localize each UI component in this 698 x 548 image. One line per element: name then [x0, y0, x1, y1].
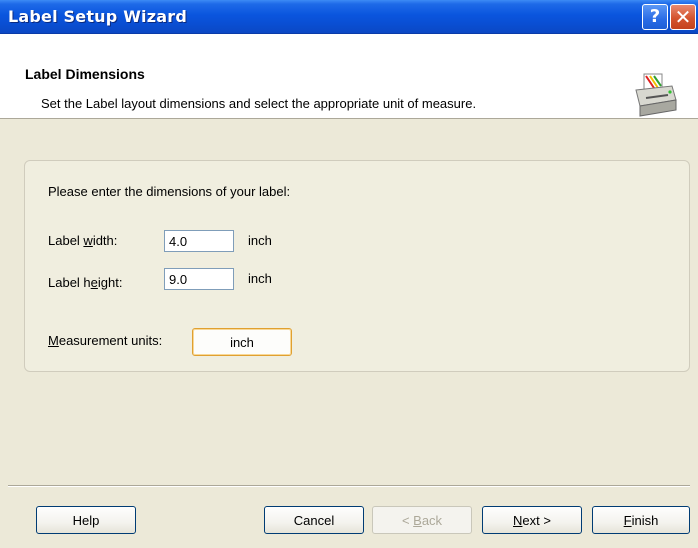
label-height-unit: inch [248, 271, 272, 286]
question-icon: ? [649, 6, 661, 27]
footer-separator [8, 485, 690, 487]
printer-icon [635, 73, 677, 117]
cancel-button[interactable]: Cancel [264, 506, 364, 534]
next-text: ext > [522, 512, 551, 528]
back-button[interactable]: < Back [372, 506, 472, 534]
dimensions-prompt: Please enter the dimensions of your labe… [48, 184, 291, 199]
label-width-unit: inch [248, 233, 272, 248]
dialog-body: Label Dimensions Set the Label layout di… [0, 34, 698, 548]
title-bar[interactable]: Label Setup Wizard ? ✕ [0, 0, 698, 34]
label-height-label: Label height: [48, 275, 122, 290]
measurement-accesskey: M [48, 333, 59, 348]
measurement-units-button[interactable]: inch [192, 328, 292, 356]
header-subtitle: Set the Label layout dimensions and sele… [41, 96, 477, 111]
label-width-label: Label width: [48, 233, 117, 248]
measurement-text: easurement units: [58, 333, 163, 348]
label-height-text-a: Label h [48, 275, 91, 290]
help-title-button[interactable]: ? [642, 4, 668, 30]
label-height-input[interactable] [164, 268, 234, 290]
close-button[interactable]: ✕ [670, 4, 696, 30]
label-height-accesskey: e [90, 275, 98, 290]
label-width-text-a: Label [48, 233, 84, 248]
next-button[interactable]: Next > [482, 506, 582, 534]
finish-accesskey: F [623, 512, 632, 528]
back-text-b: ack [421, 512, 443, 528]
back-text-a: < [401, 512, 414, 528]
wizard-header: Label Dimensions Set the Label layout di… [0, 34, 698, 119]
label-width-accesskey: w [83, 233, 93, 248]
help-button[interactable]: Help [36, 506, 136, 534]
measurement-units-label: Measurement units: [48, 333, 162, 348]
label-height-text-b: ight: [97, 275, 123, 290]
next-accesskey: N [513, 512, 523, 528]
label-width-text-b: idth: [92, 233, 118, 248]
finish-text: inish [631, 512, 659, 528]
finish-button[interactable]: Finish [592, 506, 690, 534]
label-width-input[interactable] [164, 230, 234, 252]
header-title: Label Dimensions [25, 66, 145, 82]
close-icon: ✕ [674, 5, 692, 29]
back-accesskey: B [413, 512, 422, 528]
window-title: Label Setup Wizard [8, 7, 187, 26]
